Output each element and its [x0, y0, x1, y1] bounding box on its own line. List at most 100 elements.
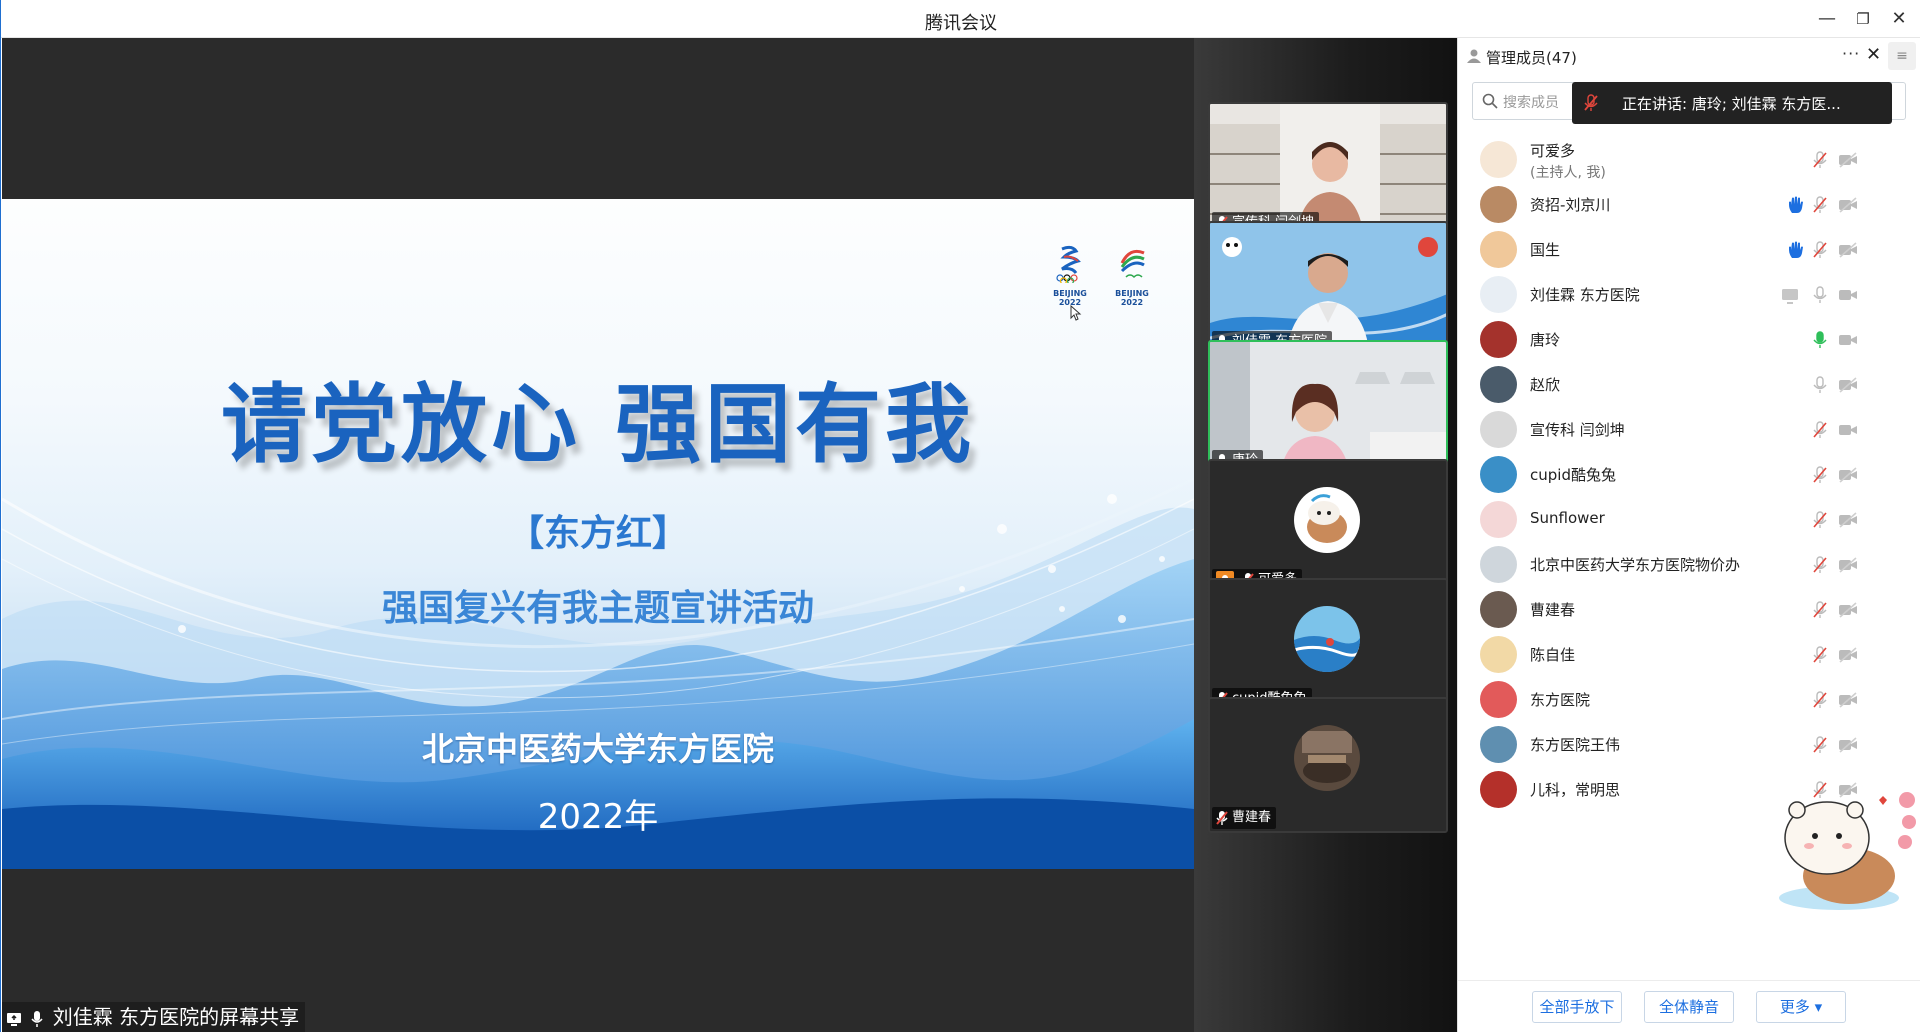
minimize-button[interactable]: —	[1811, 4, 1843, 34]
muted-microphone-icon[interactable]	[1810, 690, 1830, 710]
video-tile-nameplate: 曹建春	[1212, 807, 1277, 829]
screen-share-icon	[7, 1012, 21, 1026]
olympic-logo: BEIJING 2022	[1044, 243, 1096, 309]
ocean-avatar-icon	[1294, 606, 1360, 672]
member-name: 刘佳霖 东方医院	[1530, 286, 1640, 304]
muted-microphone-icon[interactable]	[1810, 555, 1830, 575]
more-button[interactable]: 更多 ▾	[1756, 991, 1846, 1023]
member-avatar	[1480, 276, 1517, 313]
mute-all-button[interactable]: 全体静音	[1644, 991, 1734, 1023]
logo-caption: BEIJING 2022	[1115, 289, 1149, 307]
video-tile[interactable]: 刘佳霖 东方医院	[1208, 221, 1448, 357]
member-name: Sunflower	[1530, 509, 1605, 527]
speaking-indicator-text: 正在讲话: 唐玲; 刘佳霖 东方医...	[1622, 95, 1841, 113]
close-button[interactable]: ✕	[1883, 4, 1915, 34]
member-avatar	[1480, 321, 1517, 358]
video-tile[interactable]: 宣传科 闫剑坤	[1208, 102, 1448, 238]
video-tile[interactable]: 曹建春	[1208, 697, 1448, 833]
member-avatar	[1480, 726, 1517, 763]
lower-all-hands-button[interactable]: 全部手放下	[1532, 991, 1622, 1023]
camera-icon[interactable]	[1838, 330, 1858, 350]
more-options-button[interactable]: ···	[1842, 44, 1860, 63]
member-avatar	[1480, 231, 1517, 268]
meeting-window: 腾讯会议 — ❐ ✕ BEIJING 2022 BEIJING 2022 请党放…	[0, 0, 1920, 1032]
camera-icon[interactable]	[1838, 285, 1858, 305]
screen-share-label: 刘佳霖 东方医院的屏幕共享	[2, 1002, 306, 1032]
camera-off-icon[interactable]	[1838, 510, 1858, 530]
muted-microphone-icon	[1216, 810, 1228, 825]
muted-microphone-icon[interactable]	[1810, 510, 1830, 530]
camera-off-icon[interactable]	[1838, 150, 1858, 170]
restore-button[interactable]: ❐	[1847, 4, 1879, 34]
raised-hand-icon[interactable]	[1786, 240, 1806, 260]
member-name: 唐玲	[1530, 331, 1561, 349]
screen-share-label-text: 刘佳霖 东方医院的屏幕共享	[52, 1005, 300, 1029]
member-name: 宣传科 闫剑坤	[1530, 421, 1625, 439]
slide-headline: 请党放心 强国有我	[221, 374, 975, 475]
camera-off-icon[interactable]	[1838, 735, 1858, 755]
title-bar: 腾讯会议 — ❐ ✕	[1, 0, 1920, 38]
search-icon	[1482, 93, 1498, 109]
member-name: 资招-刘京川	[1530, 196, 1611, 214]
window-title: 腾讯会议	[925, 13, 997, 34]
camera-off-icon[interactable]	[1838, 645, 1858, 665]
muted-microphone-icon[interactable]	[1810, 465, 1830, 485]
muted-microphone-icon[interactable]	[1810, 600, 1830, 620]
camera-off-icon[interactable]	[1838, 240, 1858, 260]
close-panel-button[interactable]: ✕	[1866, 44, 1881, 65]
slide-subtitle: 强国复兴有我主题宣讲活动	[381, 588, 814, 629]
muted-microphone-icon[interactable]	[1810, 735, 1830, 755]
member-avatar	[1480, 366, 1517, 403]
camera-off-icon[interactable]	[1838, 555, 1858, 575]
camera-off-icon[interactable]	[1838, 375, 1858, 395]
video-gallery: 宣传科 闫剑坤 刘佳霖 东方医院	[1194, 38, 1457, 1032]
screen-share-area[interactable]: BEIJING 2022 BEIJING 2022 请党放心 强国有我 【东方红…	[2, 38, 1194, 1032]
slide-year: 2022年	[537, 797, 659, 837]
muted-microphone-icon[interactable]	[1810, 195, 1830, 215]
member-avatar	[1480, 771, 1517, 808]
camera-icon[interactable]	[1838, 420, 1858, 440]
video-tile-name: 曹建春	[1232, 810, 1272, 825]
member-avatar	[1480, 546, 1517, 583]
camera-off-icon[interactable]	[1838, 465, 1858, 485]
participant-avatar	[1294, 487, 1360, 553]
slide-org: 【东方红】	[507, 513, 688, 554]
member-panel-title: 管理成员(47)	[1486, 49, 1577, 67]
microphone-icon[interactable]	[1810, 330, 1830, 350]
member-name: 儿科，常明思	[1530, 781, 1621, 799]
microphone-icon	[31, 1010, 43, 1027]
microphone-icon[interactable]	[1810, 285, 1830, 305]
search-placeholder: 搜索成员	[1503, 95, 1559, 111]
muted-microphone-icon[interactable]	[1810, 645, 1830, 665]
panel-menu-button[interactable]: ≡	[1888, 42, 1916, 70]
muted-microphone-icon	[1584, 94, 1598, 111]
camera-off-icon[interactable]	[1838, 195, 1858, 215]
member-panel-header: 管理成员(47) ··· ✕ ≡	[1458, 38, 1920, 74]
member-avatar	[1480, 636, 1517, 673]
beijing-2022-olympic-emblem-icon	[1056, 245, 1081, 285]
muted-microphone-icon[interactable]	[1810, 240, 1830, 260]
microphone-icon[interactable]	[1810, 375, 1830, 395]
member-name: 东方医院王伟	[1530, 736, 1621, 754]
member-name: cupid酷兔兔	[1530, 466, 1616, 484]
video-tile[interactable]: 可爱多	[1208, 459, 1448, 595]
participant-avatar	[1294, 606, 1360, 672]
members-icon	[1467, 49, 1481, 63]
bear-sticker-icon	[1779, 792, 1916, 910]
muted-microphone-icon[interactable]	[1810, 150, 1830, 170]
member-name: 国生	[1530, 241, 1561, 259]
raised-hand-icon[interactable]	[1786, 195, 1806, 215]
muted-microphone-icon[interactable]	[1810, 420, 1830, 440]
member-name: 东方医院	[1530, 691, 1591, 709]
member-avatar	[1480, 411, 1517, 448]
member-avatar	[1480, 141, 1517, 178]
cartoon-avatar-icon	[1294, 487, 1360, 553]
camera-off-icon[interactable]	[1838, 600, 1858, 620]
member-name: 陈自佳	[1530, 646, 1576, 664]
video-tile-active-speaker[interactable]: 唐玲	[1208, 340, 1448, 476]
member-name: 赵欣	[1530, 376, 1561, 394]
shared-slide: BEIJING 2022 BEIJING 2022 请党放心 强国有我 【东方红…	[2, 199, 1194, 869]
video-tile[interactable]: cupid酷兔兔	[1208, 578, 1448, 714]
member-avatar	[1480, 591, 1517, 628]
camera-off-icon[interactable]	[1838, 690, 1858, 710]
